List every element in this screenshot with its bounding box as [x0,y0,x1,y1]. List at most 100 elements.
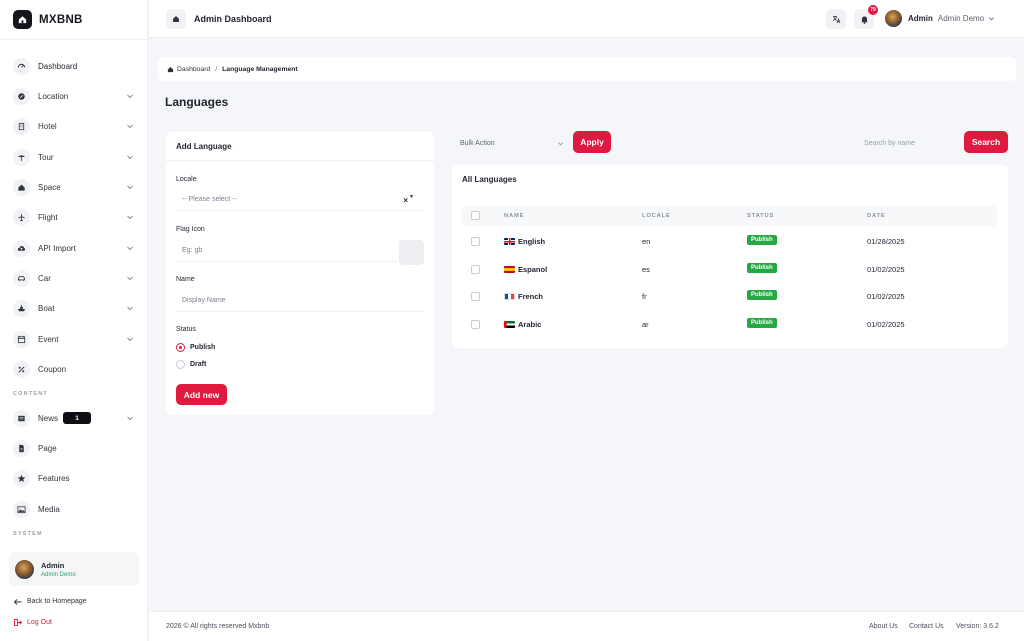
sidebar-item-boat[interactable]: Boat [10,296,138,320]
home-icon [167,66,174,72]
locale-cell: es [642,265,650,274]
sidebar-item-label: Space [38,182,61,192]
translate-icon [832,15,840,23]
home-button[interactable] [166,9,186,29]
sidebar-item-page[interactable]: Page [10,436,138,460]
row-checkbox[interactable] [471,237,480,246]
location-icon [13,87,30,105]
flag-ae-icon [504,321,515,328]
logout-icon [14,619,22,626]
footer-about-link[interactable]: About Us [869,623,898,630]
brand-logo-icon [13,10,32,29]
row-checkbox[interactable] [471,265,480,274]
sidebar-item-features[interactable]: Features [10,466,138,490]
brand[interactable]: MXBNB [0,0,147,40]
date-cell: 01/02/2025 [867,292,905,301]
column-header-status: STATUS [747,213,775,219]
section-label-content: CONTENT [13,391,48,397]
status-badge: Publish [747,318,777,328]
flight-icon [13,208,30,226]
sidebar-item-api-import[interactable]: API Import [10,236,138,260]
language-name-cell[interactable]: English [504,237,545,246]
column-header-date: DATE [867,213,886,219]
notifications-button[interactable]: 79 [854,5,878,29]
sidebar-item-dashboard[interactable]: Dashboard [10,54,138,78]
coupon-icon [13,360,30,378]
sidebar-item-media[interactable]: Media [10,497,138,521]
clear-selection-icon[interactable]: × [403,196,408,205]
footer-copyright: 2026 © All rights reserved Mxbnb [166,623,270,630]
locale-label: Locale [176,176,197,183]
table-row[interactable]: English en Publish 01/28/2025 [462,228,997,255]
table-row[interactable]: Espanol es Publish 01/02/2025 [462,256,997,283]
sidebar-item-location[interactable]: Location [10,84,138,108]
sidebar-item-label: Coupon [38,364,67,374]
status-radio-draft[interactable]: Draft [176,360,206,369]
language-name: French [518,292,544,301]
image-icon [13,500,30,518]
chevron-down-icon [127,215,133,220]
sidebar-item-car[interactable]: Car [10,266,138,290]
status-badge: Publish [747,235,777,245]
sidebar-item-label: Dashboard [38,61,78,71]
sidebar-user-role: Admin Demo [41,571,76,578]
row-checkbox[interactable] [471,292,480,301]
locale-select-value: -- Please select -- [182,196,237,203]
apply-button[interactable]: Apply [573,131,611,153]
status-radio-publish[interactable]: Publish [176,343,215,352]
topbar-title: Admin Dashboard [194,14,272,24]
back-to-homepage-label: Back to Homepage [27,598,87,605]
flag-icon-input[interactable]: Eg: gb [176,240,398,262]
add-new-button[interactable]: Add new [176,384,227,405]
section-label-system: SYSTEM [13,531,43,537]
breadcrumb: Dashboard / Language Management [158,57,1016,81]
sidebar-item-coupon[interactable]: Coupon [10,357,138,381]
locale-select[interactable]: -- Please select -- × ▼ [176,189,424,211]
name-placeholder: Display Name [182,297,226,304]
sidebar-item-tour[interactable]: Tour [10,145,138,169]
date-cell: 01/02/2025 [867,320,905,329]
sidebar-item-hotel[interactable]: Hotel [10,114,138,138]
bulk-action-select[interactable]: Bulk Action [452,133,568,153]
home-icon [173,16,179,22]
status-option-publish-label: Publish [190,344,216,351]
sidebar-item-event[interactable]: Event [10,327,138,351]
language-name-cell[interactable]: Espanol [504,265,547,274]
name-input[interactable]: Display Name [176,290,424,312]
status-badge: Publish [747,263,777,273]
news-icon [13,409,30,427]
add-language-card: Add Language Locale -- Please select -- … [166,132,434,415]
table-row[interactable]: French fr Publish 01/02/2025 [462,283,997,310]
logout-link[interactable]: Log Out [14,619,52,626]
space-icon [13,178,30,196]
tour-icon [13,148,30,166]
sidebar-item-flight[interactable]: Flight [10,205,138,229]
row-checkbox[interactable] [471,320,480,329]
chevron-down-icon [127,416,133,421]
footer-contact-link[interactable]: Contact Us [909,623,944,630]
column-header-locale: LOCALE [642,213,671,219]
topbar-user-role: Admin Demo [937,14,985,23]
search-input[interactable]: Search by name [856,133,958,153]
sidebar-item-space[interactable]: Space [10,175,138,199]
sidebar-user-card[interactable]: Admin Admin Demo [9,552,139,586]
language-switch-button[interactable] [826,9,846,29]
breadcrumb-home-label: Dashboard [177,65,211,73]
back-to-homepage-link[interactable]: Back to Homepage [14,598,87,605]
star-icon [13,469,30,487]
chevron-down-icon [127,337,133,342]
radio-unselected-icon [176,360,185,369]
radio-selected-icon [176,343,185,352]
select-all-checkbox[interactable] [471,211,480,220]
table-row[interactable]: Arabic ar Publish 01/02/2025 [462,311,997,338]
table-header: NAME LOCALE STATUS DATE [462,205,997,227]
language-name-cell[interactable]: French [504,292,543,301]
user-menu[interactable]: Admin Admin Demo [884,9,995,28]
chevron-down-icon [127,276,133,281]
search-button[interactable]: Search [964,131,1008,153]
language-name: Espanol [518,265,548,274]
sidebar-item-label: Tour [38,152,54,162]
language-name-cell[interactable]: Arabic [504,320,541,329]
breadcrumb-home-link[interactable]: Dashboard [167,66,210,73]
sidebar-item-news[interactable]: News 1 [10,406,138,430]
